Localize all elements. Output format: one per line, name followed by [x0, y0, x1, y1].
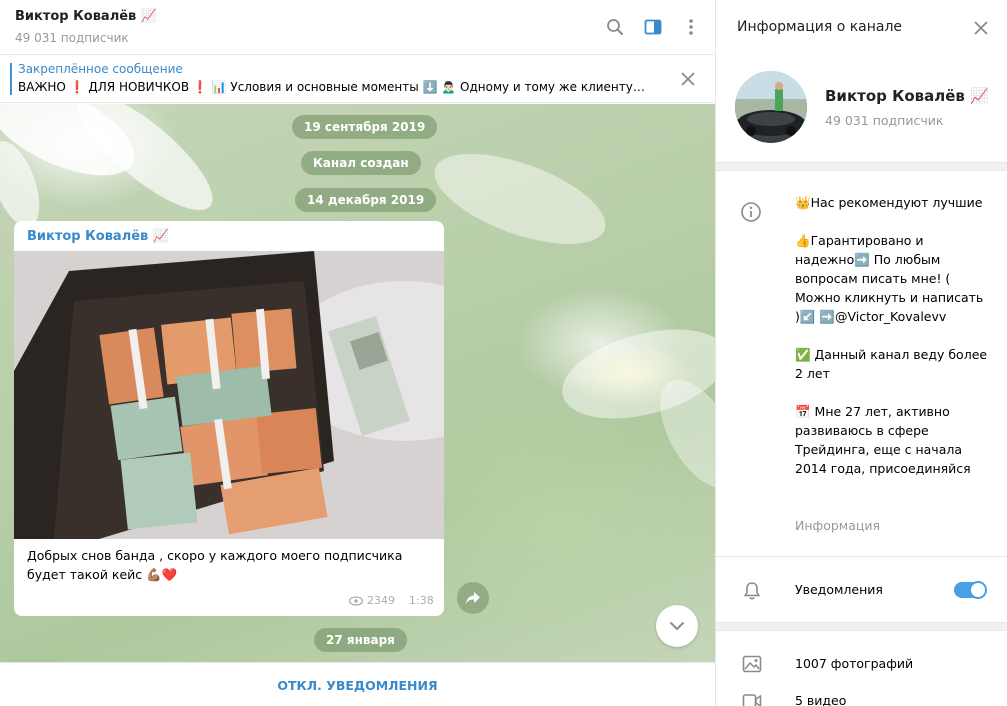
toggle-knob	[969, 581, 987, 599]
background-petal	[423, 135, 617, 263]
mute-notifications-button[interactable]: ОТКЛ. УВЕДОМЛЕНИЯ	[277, 678, 437, 693]
description-line: 👑Нас рекомендуют лучшие	[795, 195, 983, 210]
post-photo[interactable]	[14, 251, 444, 539]
channel-description: 👑Нас рекомендуют лучшие 👍Гарантировано и…	[795, 193, 990, 497]
chevron-down-icon	[670, 622, 684, 630]
section-divider	[716, 162, 1007, 171]
description-line: 👍Гарантировано и надежно➡️ По любым вопр…	[795, 233, 984, 324]
description-label: Информация	[795, 518, 881, 533]
media-videos-row[interactable]: 5 видео	[716, 684, 1007, 706]
chat-header[interactable]: Виктор Ковалёв 📈 49 031 подписчик	[0, 0, 715, 55]
media-videos-label: 5 видео	[795, 693, 847, 706]
service-message: Канал создан	[301, 151, 421, 175]
notifications-label: Уведомления	[795, 582, 883, 597]
date-separator: 14 декабря 2019	[295, 188, 437, 212]
info-icon	[740, 201, 762, 223]
chat-background: 19 сентября 2019 Канал создан 14 декабря…	[0, 104, 715, 662]
media-photos-label: 1007 фотографий	[795, 656, 914, 671]
more-menu-icon[interactable]	[680, 16, 702, 38]
share-button[interactable]	[457, 582, 489, 614]
search-icon[interactable]	[604, 16, 626, 38]
close-icon[interactable]	[971, 18, 991, 38]
info-panel-title: Информация о канале	[737, 19, 903, 35]
pinned-text: ВАЖНО ❗ ДЛЯ НОВИЧКОВ ❗ 📊 Условия и основ…	[18, 80, 645, 94]
chat-title[interactable]: Виктор Ковалёв 📈	[15, 9, 157, 24]
post-time: 1:38	[409, 594, 434, 607]
post-views: 2349	[349, 594, 395, 607]
channel-subscriber-count: 49 031 подписчик	[825, 113, 944, 128]
notifications-toggle[interactable]	[954, 581, 987, 599]
media-photos-row[interactable]: 1007 фотографий	[716, 647, 1007, 681]
bell-icon	[742, 581, 762, 601]
pinned-title: Закреплённое сообщение	[18, 62, 183, 76]
share-arrow-icon	[466, 592, 480, 604]
eye-icon	[349, 595, 363, 606]
photo-icon	[742, 655, 762, 673]
close-icon[interactable]	[679, 70, 697, 88]
channel-info-panel: Информация о канале Виктор Ковалёв 📈 49 …	[715, 0, 1007, 706]
chat-footer: ОТКЛ. УВЕДОМЛЕНИЯ	[0, 662, 715, 706]
video-icon	[742, 692, 762, 706]
date-separator: 19 сентября 2019	[292, 115, 438, 139]
chat-panel: Виктор Ковалёв 📈 49 031 подписчик Закреп…	[0, 0, 715, 706]
pinned-message-bar[interactable]: Закреплённое сообщение ВАЖНО ❗ ДЛЯ НОВИЧ…	[0, 56, 715, 103]
post-view-count: 2349	[367, 594, 395, 607]
date-separator: 27 января	[314, 628, 407, 652]
sidebar-toggle-icon[interactable]	[642, 16, 664, 38]
description-line: ✅ Данный канал веду более 2 лет	[795, 347, 988, 381]
scroll-down-button[interactable]	[656, 605, 698, 647]
description-line: 📅 Мне 27 лет, активно развиваюсь в сфере…	[795, 404, 971, 476]
post-text: Добрых снов банда , скоро у каждого моег…	[27, 548, 403, 582]
chat-subscriber-count: 49 031 подписчик	[15, 31, 129, 45]
channel-name: Виктор Ковалёв 📈	[825, 87, 989, 105]
divider	[716, 556, 1007, 557]
channel-post[interactable]: Виктор Ковалёв 📈 Добрых снов банда , ско…	[14, 221, 444, 616]
pinned-accent-bar	[10, 63, 12, 95]
channel-avatar[interactable]	[735, 71, 807, 143]
section-divider	[716, 622, 1007, 631]
post-author[interactable]: Виктор Ковалёв 📈	[27, 229, 169, 244]
